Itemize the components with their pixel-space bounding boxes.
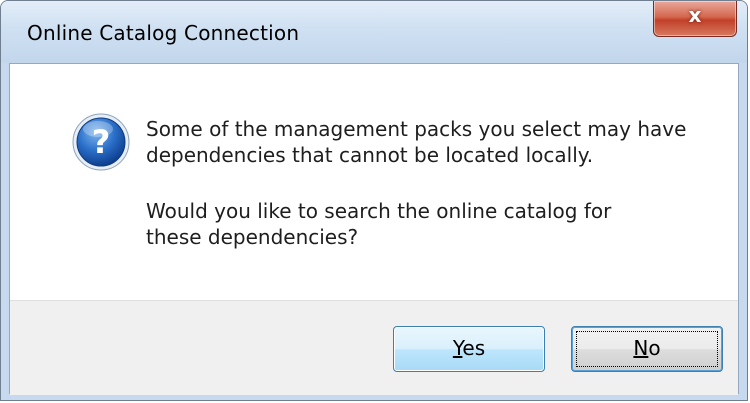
yes-mnemonic: Y [452, 336, 463, 360]
message-line-3: Would you like to search the online cata… [146, 199, 612, 223]
question-icon: ? [72, 113, 130, 171]
button-bar: Yes No [10, 300, 738, 395]
message-line-1: Some of the management packs you select … [146, 117, 687, 141]
question-glyph: ? [92, 123, 111, 161]
close-icon: x [688, 3, 702, 27]
message-line-2: dependencies that cannot be located loca… [146, 143, 594, 167]
window-title: Online Catalog Connection [27, 21, 300, 45]
yes-button[interactable]: Yes [393, 326, 545, 372]
yes-label-rest: es [462, 336, 486, 360]
dialog-client-area: ? Some of the management packs you selec… [9, 63, 739, 395]
no-button[interactable]: No [571, 326, 723, 372]
close-button[interactable]: x [653, 1, 737, 37]
focus-rectangle [576, 331, 718, 367]
dialog-window: Online Catalog Connection x ? Some of th… [0, 0, 748, 401]
message-line-4: these dependencies? [146, 225, 359, 249]
message-text: Some of the management packs you select … [146, 116, 706, 250]
message-area: ? Some of the management packs you selec… [10, 64, 738, 300]
title-bar[interactable]: Online Catalog Connection x [1, 1, 747, 63]
